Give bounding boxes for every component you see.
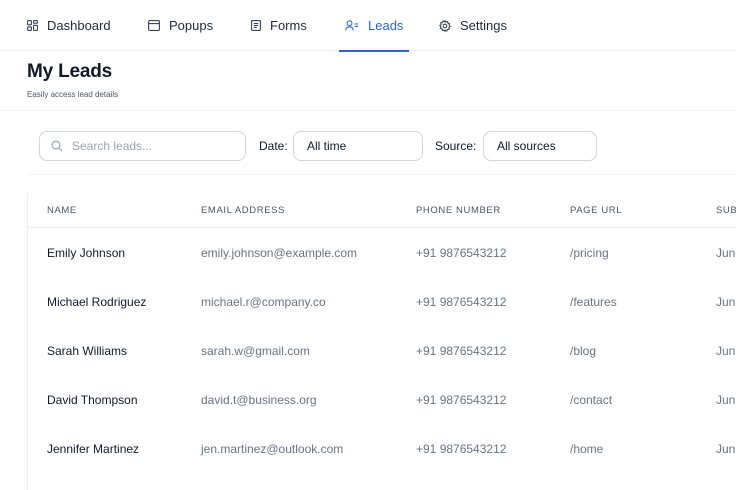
page-subtitle: Easily access lead details bbox=[27, 90, 119, 99]
source-filter-label: Source: bbox=[435, 139, 477, 153]
column-header-phone[interactable]: PHONE NUMBER bbox=[416, 205, 501, 216]
nav-item-forms[interactable]: Forms bbox=[251, 0, 307, 51]
lead-submitted: Jun bbox=[716, 246, 736, 260]
leads-table: NAME EMAIL ADDRESS PHONE NUMBER PAGE URL… bbox=[27, 193, 736, 490]
users-icon bbox=[345, 20, 359, 31]
nav-item-label: Dashboard bbox=[47, 18, 111, 33]
table-header: NAME EMAIL ADDRESS PHONE NUMBER PAGE URL… bbox=[28, 193, 736, 228]
gear-icon bbox=[439, 19, 451, 32]
lead-page-url: /blog bbox=[570, 344, 597, 358]
nav-item-settings[interactable]: Settings bbox=[439, 0, 507, 51]
lead-email: sarah.w@gmail.com bbox=[201, 344, 310, 358]
lead-phone: +91 9876543212 bbox=[416, 393, 507, 407]
lead-name: Sarah Williams bbox=[47, 344, 128, 358]
search-box[interactable] bbox=[39, 131, 246, 161]
column-header-email[interactable]: EMAIL ADDRESS bbox=[201, 205, 285, 216]
column-header-name[interactable]: NAME bbox=[47, 205, 77, 216]
table-row[interactable]: Jennifer Martinez jen.martinez@outlook.c… bbox=[28, 425, 736, 474]
nav-item-label: Leads bbox=[368, 18, 404, 33]
document-icon bbox=[251, 20, 261, 31]
column-header-submitted[interactable]: SUB bbox=[716, 205, 736, 216]
nav-item-label: Settings bbox=[460, 18, 507, 33]
table-row[interactable]: Emily Johnson emily.johnson@example.com … bbox=[28, 229, 736, 278]
table-row[interactable]: Sarah Williams sarah.w@gmail.com +91 987… bbox=[28, 327, 736, 376]
lead-submitted: Jun bbox=[716, 295, 736, 309]
top-nav: Dashboard Popups Forms Leads Settings bbox=[0, 0, 736, 52]
nav-item-popups[interactable]: Popups bbox=[148, 0, 213, 51]
lead-email: michael.r@company.co bbox=[201, 295, 326, 309]
column-header-page-url[interactable]: PAGE URL bbox=[570, 205, 622, 216]
grid-icon bbox=[27, 20, 38, 31]
lead-phone: +91 9876543212 bbox=[416, 246, 507, 260]
search-icon bbox=[51, 140, 63, 152]
table-row[interactable]: Michael Rodriguez michael.r@company.co +… bbox=[28, 278, 736, 327]
source-filter-select[interactable]: All sources bbox=[483, 131, 597, 161]
lead-submitted: Jun bbox=[716, 442, 736, 456]
nav-item-dashboard[interactable]: Dashboard bbox=[27, 0, 111, 51]
date-filter-label: Date: bbox=[259, 139, 288, 153]
nav-item-label: Forms bbox=[270, 18, 307, 33]
lead-page-url: /home bbox=[570, 442, 604, 456]
filters-bar: Date: All time Source: All sources bbox=[27, 120, 736, 175]
page-title: My Leads bbox=[27, 61, 112, 82]
lead-page-url: /contact bbox=[570, 393, 613, 407]
lead-email: jen.martinez@outlook.com bbox=[201, 442, 344, 456]
lead-phone: +91 9876543212 bbox=[416, 295, 507, 309]
lead-phone: +91 9876543212 bbox=[416, 344, 507, 358]
lead-page-url: /pricing bbox=[570, 246, 609, 260]
lead-name: Jennifer Martinez bbox=[47, 442, 140, 456]
date-filter-select[interactable]: All time bbox=[293, 131, 423, 161]
nav-item-leads[interactable]: Leads bbox=[338, 0, 410, 52]
lead-phone: +91 9876543212 bbox=[416, 442, 507, 456]
header-divider bbox=[0, 110, 736, 111]
window-icon bbox=[148, 20, 160, 31]
lead-submitted: Jun bbox=[716, 344, 736, 358]
lead-submitted: Jun bbox=[716, 393, 736, 407]
lead-name: David Thompson bbox=[47, 393, 138, 407]
lead-email: david.t@business.org bbox=[201, 393, 317, 407]
nav-item-label: Popups bbox=[169, 18, 214, 33]
lead-page-url: /features bbox=[570, 295, 617, 309]
lead-email: emily.johnson@example.com bbox=[201, 246, 358, 260]
lead-name: Emily Johnson bbox=[47, 246, 126, 260]
table-row[interactable]: David Thompson david.t@business.org +91 … bbox=[28, 376, 736, 425]
lead-name: Michael Rodriguez bbox=[47, 295, 147, 309]
search-input[interactable] bbox=[72, 139, 222, 153]
